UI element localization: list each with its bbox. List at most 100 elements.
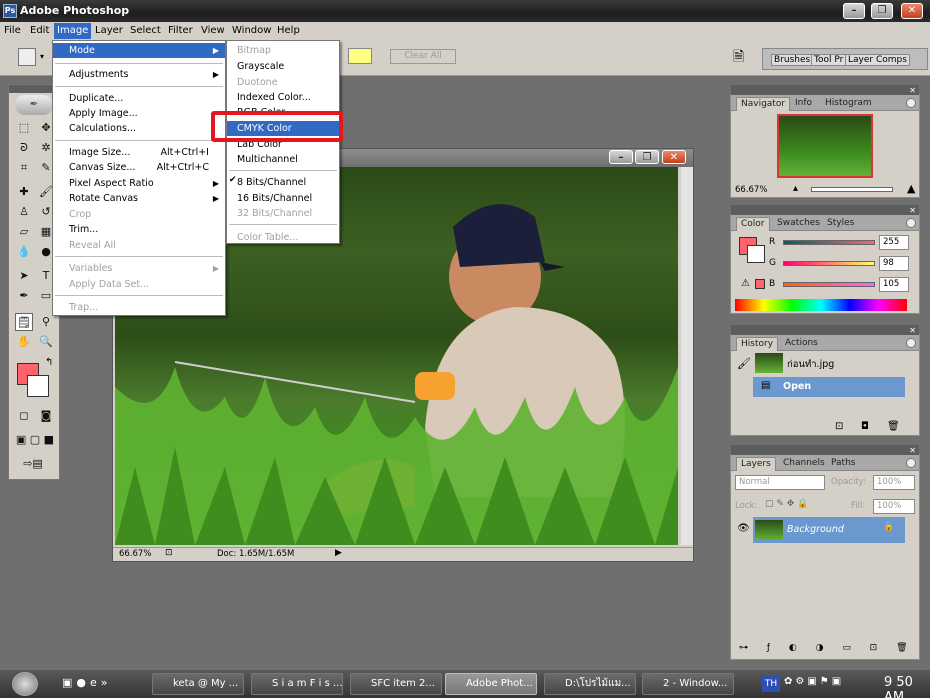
g-value[interactable]: 98 [879,256,909,271]
panel-menu-icon[interactable] [906,218,916,228]
zoom-out-icon[interactable]: ▴ [793,183,798,194]
blend-mode-select[interactable]: Normal [735,475,825,490]
taskbar-item-sfc[interactable]: SFC item 2... [350,673,442,695]
tab-styles[interactable]: Styles [823,217,858,231]
opacity-field[interactable]: 100% [873,475,915,490]
maximize-button[interactable]: ❐ [871,3,893,19]
menu-window[interactable]: Window [232,25,271,36]
lasso-tool-icon[interactable]: ᘐ [15,139,33,157]
menu-item-reveal-all[interactable]: Reveal All [53,238,225,253]
tab-history[interactable]: History [736,337,779,351]
history-state-open[interactable]: ▤ Open [753,377,905,397]
doc-close-button[interactable]: ✕ [662,150,686,164]
new-snapshot-icon[interactable]: ◘ [861,421,869,432]
r-slider[interactable] [783,240,875,245]
tab-histogram[interactable]: Histogram [821,97,876,111]
path-selection-icon[interactable]: ➤ [15,267,33,285]
menu-item-duotone[interactable]: Duotone [227,75,339,90]
navigator-zoom-slider[interactable] [811,187,893,192]
menu-help[interactable]: Help [277,25,300,36]
menu-item-32-bits[interactable]: 32 Bits/Channel [227,206,339,221]
clone-stamp-icon[interactable]: ♙ [15,203,33,221]
tab-swatches[interactable]: Swatches [773,217,824,231]
tab-tool-presets[interactable]: Tool Pr [811,54,847,66]
zoom-tool-icon[interactable]: 🔍 [37,333,55,351]
panel-grip[interactable]: ✕ [731,325,919,335]
close-icon[interactable]: ✕ [909,446,916,455]
background-color-swatch[interactable] [27,375,49,397]
b-slider[interactable] [783,282,875,287]
menu-item-calculations[interactable]: Calculations... [53,121,225,136]
menu-item-multichannel[interactable]: Multichannel [227,152,339,167]
pen-tool-icon[interactable]: ✒ [15,287,33,305]
history-brush-source-icon[interactable]: 🖌 [737,357,751,370]
eraser-tool-icon[interactable]: ▱ [15,223,33,241]
clear-all-button[interactable]: Clear All [390,49,456,64]
color-bg-swatch[interactable] [747,245,765,263]
menu-item-canvas-size[interactable]: Canvas Size... Alt+Ctrl+C [53,160,225,175]
gamut-warning-icon[interactable]: ⚠ [741,278,750,289]
menu-item-apply-image[interactable]: Apply Image... [53,106,225,121]
menu-item-indexed-color[interactable]: Indexed Color... [227,90,339,105]
snapshot-thumbnail[interactable] [755,353,783,373]
panel-grip[interactable]: ✕ [731,445,919,455]
healing-brush-icon[interactable]: ✚ [15,183,33,201]
file-browser-icon[interactable]: 🗎 [733,46,753,66]
menu-item-crop[interactable]: Crop [53,207,225,222]
jump-to-imageready-icon[interactable]: ⇨▤ [13,455,53,473]
menu-item-variables[interactable]: Variables ▶ [53,261,225,276]
menu-layer[interactable]: Layer [95,25,123,36]
snapshot-label[interactable]: ก่อนทำ.jpg [787,357,834,372]
eye-icon[interactable]: 👁 [737,523,750,534]
close-button[interactable]: ✕ [901,3,923,19]
screen-mode-icons[interactable]: ▣ ▢ ■ [13,431,57,449]
menu-item-duplicate[interactable]: Duplicate... [53,91,225,106]
menu-item-trap[interactable]: Trap... [53,300,225,315]
menu-filter[interactable]: Filter [168,25,193,36]
standard-mode-icon[interactable]: ◻ [15,407,33,425]
zoom-in-icon[interactable]: ▲ [907,182,915,195]
language-indicator[interactable]: TH [762,676,780,692]
menu-file[interactable]: File [4,25,21,36]
tray-icons[interactable]: ✿⚙▣⚑▣ [784,676,844,687]
menu-item-color-table[interactable]: Color Table... [227,230,339,245]
taskbar-item-siamfishing[interactable]: S i a m F i s ... [251,673,343,695]
chevron-down-icon[interactable]: ▾ [40,52,44,61]
trash-icon[interactable]: 🗑 [887,421,900,432]
panel-grip[interactable]: ✕ [731,205,919,215]
menu-item-8-bits[interactable]: 8 Bits/Channel [227,175,339,190]
tab-info[interactable]: Info [791,97,816,111]
g-slider[interactable] [783,261,875,266]
taskbar-item-windows[interactable]: 2 - Window... [642,673,734,695]
notes-tool-icon[interactable]: 🗒 [15,313,33,331]
hand-tool-icon[interactable]: ✋ [15,333,33,351]
minimize-button[interactable]: – [843,3,865,19]
fill-field[interactable]: 100% [873,499,915,514]
taskbar-item-photoshop[interactable]: Adobe Phot... [445,673,537,695]
b-value[interactable]: 105 [879,277,909,292]
doc-scrollbar-vertical[interactable] [681,167,693,545]
doc-maximize-button[interactable]: ❐ [635,150,659,164]
close-icon[interactable]: ✕ [909,326,916,335]
panel-menu-icon[interactable] [906,98,916,108]
swap-colors-icon[interactable]: ↰ [45,357,53,368]
tab-actions[interactable]: Actions [781,337,822,351]
quick-mask-icon[interactable]: ◙ [37,407,55,425]
panel-grip[interactable]: ✕ [731,85,919,95]
menu-item-adjustments[interactable]: Adjustments ▶ [53,67,225,82]
quick-launch-icons[interactable]: ▣●e» [62,676,112,689]
tab-paths[interactable]: Paths [827,457,859,471]
menu-item-image-size[interactable]: Image Size... Alt+Ctrl+I [53,145,225,160]
panel-menu-icon[interactable] [906,338,916,348]
menu-item-16-bits[interactable]: 16 Bits/Channel [227,191,339,206]
tab-navigator[interactable]: Navigator [736,97,791,111]
menu-select[interactable]: Select [130,25,161,36]
menu-item-rotate-canvas[interactable]: Rotate Canvas ▶ [53,191,225,206]
status-info-icon[interactable]: ⊡ [165,548,173,558]
blur-tool-icon[interactable]: 💧 [15,243,33,261]
tab-layers[interactable]: Layers [736,457,776,471]
close-icon[interactable]: ✕ [909,206,916,215]
navigator-thumbnail[interactable] [777,114,873,178]
new-doc-from-state-icon[interactable]: ⊡ [835,421,843,432]
color-ramp[interactable] [735,299,907,311]
